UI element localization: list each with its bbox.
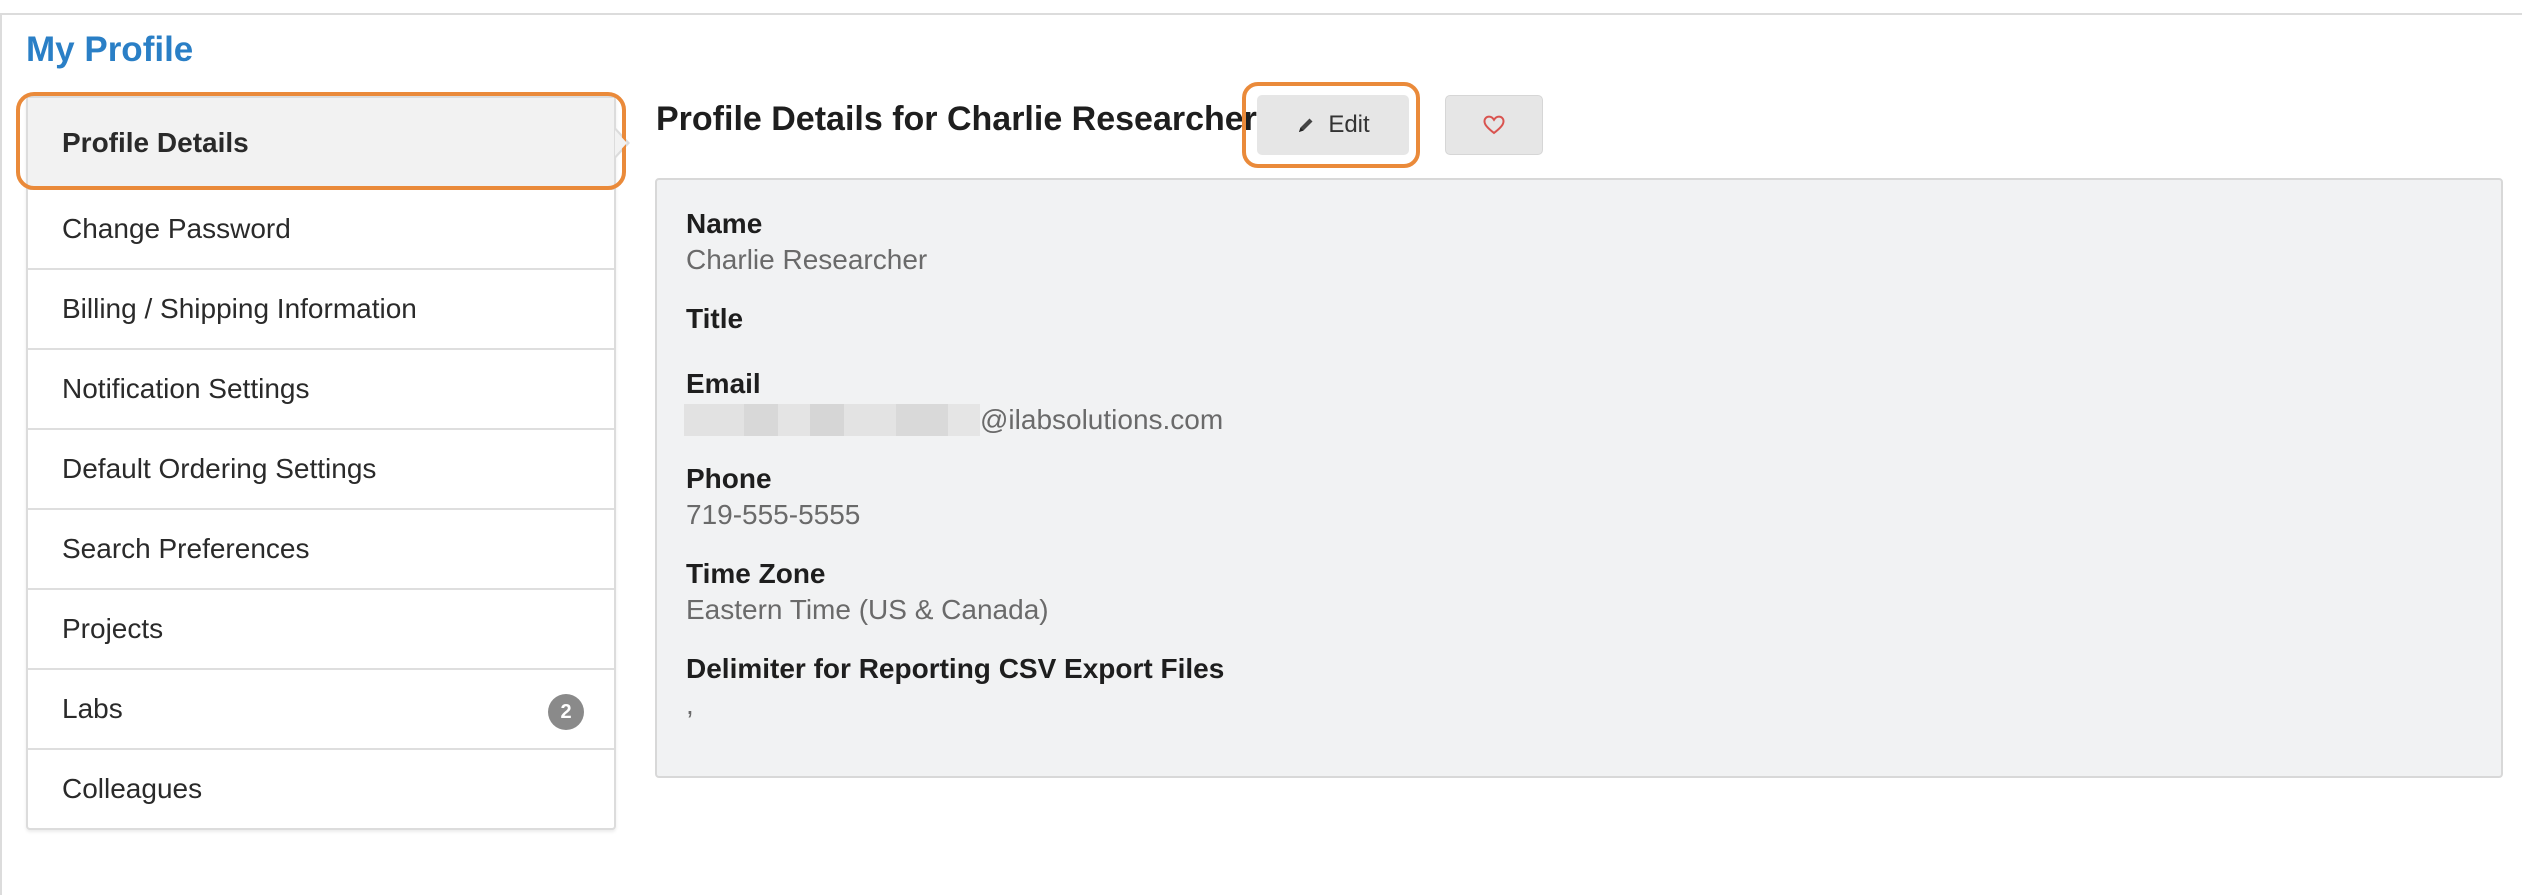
sidebar-item-search-preferences[interactable]: Search Preferences — [28, 508, 614, 588]
profile-details-heading: Profile Details for Charlie Researcher — [656, 100, 1257, 138]
time-zone-label: Time Zone — [686, 558, 826, 589]
favorite-button[interactable] — [1445, 95, 1543, 155]
csv-delimiter-label: Delimiter for Reporting CSV Export Files — [686, 653, 1225, 684]
sidebar-item-labs[interactable]: Labs 2 — [28, 668, 614, 748]
time-zone-value: Eastern Time (US & Canada) — [686, 594, 1049, 625]
csv-delimiter-value: , — [686, 689, 694, 720]
sidebar-item-change-password[interactable]: Change Password — [28, 188, 614, 268]
sidebar-item-label: Search Preferences — [62, 533, 310, 564]
sidebar-item-default-ordering-settings[interactable]: Default Ordering Settings — [28, 428, 614, 508]
profile-details-panel — [655, 178, 2503, 778]
sidebar-item-label: Change Password — [62, 213, 291, 244]
sidebar-item-projects[interactable]: Projects — [28, 588, 614, 668]
heart-icon — [1483, 115, 1505, 135]
sidebar-item-profile-details[interactable]: Profile Details — [28, 98, 630, 188]
sidebar-item-label: Projects — [62, 613, 164, 644]
name-label: Name — [686, 208, 763, 239]
sidebar-item-label: Billing / Shipping Information — [62, 293, 417, 324]
sidebar-item-label: Labs — [62, 693, 123, 724]
sidebar-item-billing-shipping[interactable]: Billing / Shipping Information — [28, 268, 614, 348]
edit-button-label: Edit — [1328, 111, 1370, 138]
labs-count-badge: 2 — [548, 694, 584, 730]
pencil-icon — [1299, 118, 1313, 132]
sidebar-item-label: Default Ordering Settings — [62, 453, 377, 484]
sidebar-item-label: Profile Details — [62, 127, 249, 158]
edit-button[interactable]: Edit — [1257, 95, 1409, 155]
email-value: @ilabsolutions.com — [980, 404, 1224, 435]
sidebar-item-label: Notification Settings — [62, 373, 310, 404]
email-label: Email — [686, 368, 761, 399]
phone-label: Phone — [686, 463, 772, 494]
sidebar-item-colleagues[interactable]: Colleagues — [28, 748, 614, 828]
phone-value: 719-555-5555 — [686, 499, 861, 530]
email-redacted-block — [684, 404, 980, 436]
name-value: Charlie Researcher — [686, 244, 928, 275]
sidebar-item-notification-settings[interactable]: Notification Settings — [28, 348, 614, 428]
title-label: Title — [686, 303, 744, 334]
page-title: My Profile — [26, 30, 194, 69]
profile-sidebar: Profile Details Change Password Billing … — [26, 96, 630, 830]
sidebar-item-label: Colleagues — [62, 773, 203, 804]
